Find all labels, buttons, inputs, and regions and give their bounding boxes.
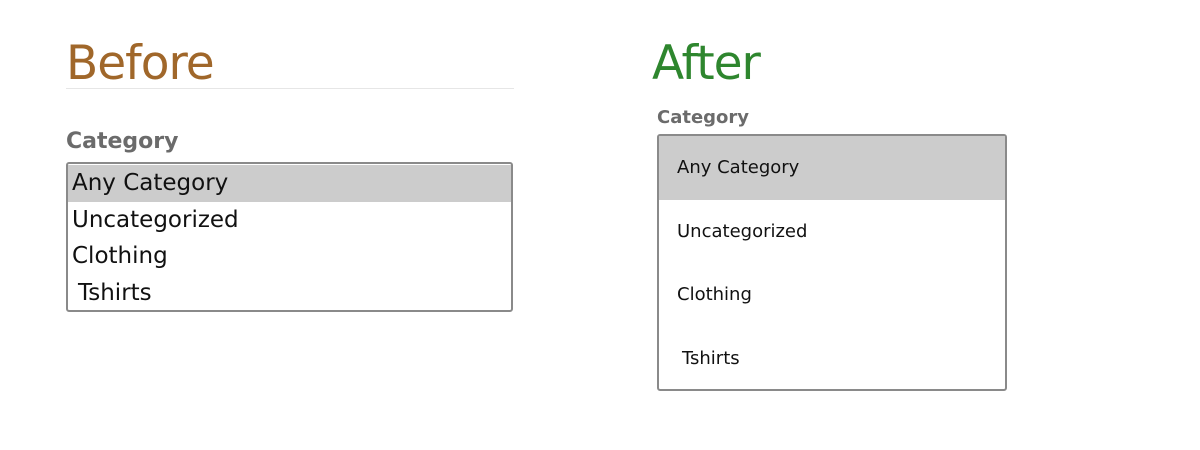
after-category-listbox[interactable]: Any Category Uncategorized Clothing Tshi… xyxy=(657,134,1007,391)
before-panel: Before Category Any Category Uncategoriz… xyxy=(66,40,516,312)
before-option-uncategorized[interactable]: Uncategorized xyxy=(68,202,511,239)
after-title: After xyxy=(652,36,761,91)
after-panel: After Category Any Category Uncategorize… xyxy=(652,40,1012,391)
after-option-uncategorized[interactable]: Uncategorized xyxy=(659,200,1005,264)
before-category-label: Category xyxy=(66,129,179,154)
before-option-tshirts[interactable]: Tshirts xyxy=(68,275,511,311)
before-category-listbox[interactable]: Any Category Uncategorized Clothing Tshi… xyxy=(66,162,513,312)
after-category-label: Category xyxy=(657,107,750,128)
before-option-any-category[interactable]: Any Category xyxy=(68,165,511,202)
after-option-any-category[interactable]: Any Category xyxy=(659,136,1005,200)
comparison-canvas: Before Category Any Category Uncategoriz… xyxy=(0,0,1200,450)
before-option-clothing[interactable]: Clothing xyxy=(68,238,511,275)
before-title: Before xyxy=(66,40,514,89)
after-option-tshirts[interactable]: Tshirts xyxy=(659,327,1005,390)
after-option-clothing[interactable]: Clothing xyxy=(659,263,1005,327)
